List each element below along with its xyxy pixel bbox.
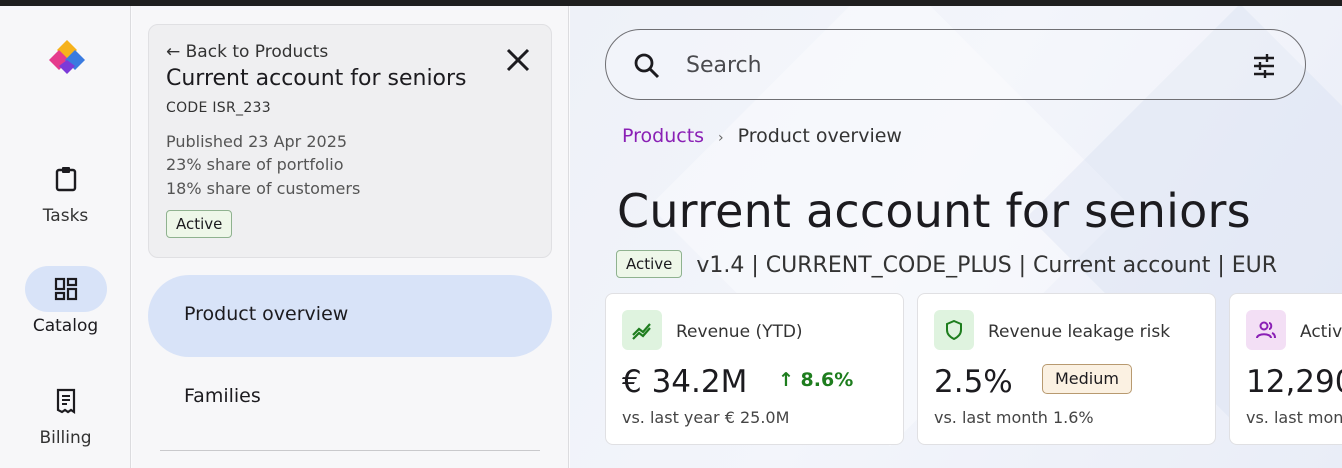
filter-settings-icon[interactable] <box>1250 52 1278 84</box>
nav-item-label: Product overview <box>184 303 349 325</box>
kpi-label: Active customers <box>1300 322 1342 342</box>
kpi-label: Revenue (YTD) <box>676 322 803 342</box>
kpi-value: 2.5% <box>934 364 1013 400</box>
kpi-comparison: vs. last month <box>1246 408 1342 427</box>
product-details-text: v1.4 | CURRENT_CODE_PLUS | Current accou… <box>696 253 1278 278</box>
people-icon <box>1246 310 1286 350</box>
dashboard-icon <box>24 266 107 312</box>
kpi-card-revenue-leakage[interactable]: Revenue leakage risk 2.5% Medium vs. las… <box>917 293 1216 445</box>
nav-item-families[interactable]: Families <box>148 357 552 439</box>
card-customer-share: 18% share of customers <box>166 179 361 198</box>
rail-item-catalog[interactable]: Catalog <box>0 266 131 336</box>
shield-icon <box>934 310 974 350</box>
product-side-panel: ← Back to Products Current account for s… <box>132 6 569 468</box>
kpi-card-revenue[interactable]: Revenue (YTD) € 34.2M ↑ 8.6% vs. last ye… <box>605 293 904 445</box>
rail-item-billing[interactable]: Billing <box>0 378 131 448</box>
nav-item-product-overview[interactable]: Product overview <box>148 275 552 357</box>
rail-label-billing: Billing <box>39 428 92 448</box>
breadcrumb-chevron-icon: › <box>718 130 724 146</box>
kpi-card-active-customers[interactable]: Active customers 12,290 vs. last month <box>1229 293 1342 445</box>
search-bar[interactable] <box>605 29 1306 100</box>
search-icon <box>633 52 661 84</box>
kpi-comparison: vs. last year € 25.0M <box>622 408 790 427</box>
product-details-line: Active v1.4 | CURRENT_CODE_PLUS | Current… <box>616 250 1277 278</box>
kpi-value: 12,290 <box>1246 364 1342 400</box>
product-summary-card: ← Back to Products Current account for s… <box>148 24 552 258</box>
divider <box>160 450 540 451</box>
rail-item-tasks[interactable]: Tasks <box>0 156 131 226</box>
card-product-code: CODE ISR_233 <box>166 100 271 116</box>
app-window: Tasks Catalog Billing ← Back to Products… <box>0 6 1342 468</box>
main-content: Products › Product overview Current accoun… <box>570 6 1342 468</box>
breadcrumb-current: Product overview <box>737 125 902 147</box>
nav-item-label: Families <box>184 385 261 407</box>
receipt-icon <box>25 378 107 424</box>
close-icon[interactable] <box>503 45 533 75</box>
card-published-date: Published 23 Apr 2025 <box>166 132 348 151</box>
card-portfolio-share: 23% share of portfolio <box>166 155 344 174</box>
breadcrumb-products-link[interactable]: Products <box>622 125 704 147</box>
kpi-comparison: vs. last month 1.6% <box>934 408 1094 427</box>
clipboard-icon <box>25 156 107 202</box>
risk-level-badge: Medium <box>1042 364 1132 394</box>
card-product-title: Current account for seniors <box>166 66 467 91</box>
kpi-delta: ↑ 8.6% <box>778 369 854 391</box>
search-input[interactable] <box>686 48 1246 82</box>
rail-label-catalog: Catalog <box>32 316 99 336</box>
kpi-label: Revenue leakage risk <box>988 322 1171 342</box>
status-badge: Active <box>616 250 683 278</box>
rail-label-tasks: Tasks <box>42 206 89 226</box>
kpi-value: € 34.2M <box>622 364 748 400</box>
navigation-rail: Tasks Catalog Billing <box>0 6 131 468</box>
brand-logo-icon[interactable] <box>48 38 86 76</box>
status-badge: Active <box>166 210 233 238</box>
breadcrumb: Products › Product overview <box>622 125 902 147</box>
trending-up-icon <box>622 310 662 350</box>
page-title: Current account for seniors <box>617 184 1251 238</box>
back-to-products-link[interactable]: ← Back to Products <box>166 42 328 62</box>
